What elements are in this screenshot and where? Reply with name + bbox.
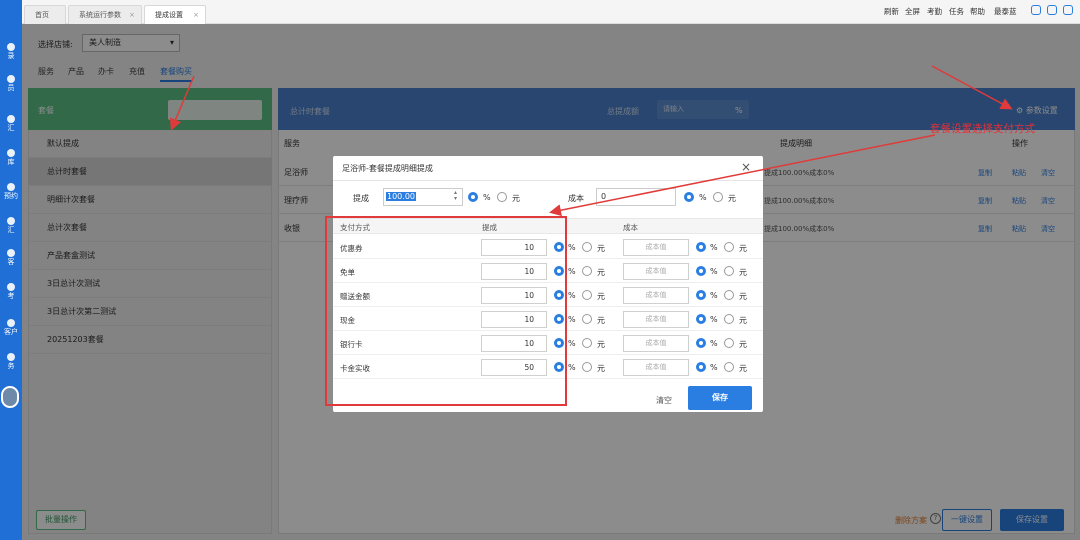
arrow-to-param-settings	[931, 65, 1013, 110]
arrow-to-payment-table	[549, 134, 936, 217]
arrow-to-package-list	[169, 75, 195, 131]
annotation-arrows	[169, 65, 1013, 217]
